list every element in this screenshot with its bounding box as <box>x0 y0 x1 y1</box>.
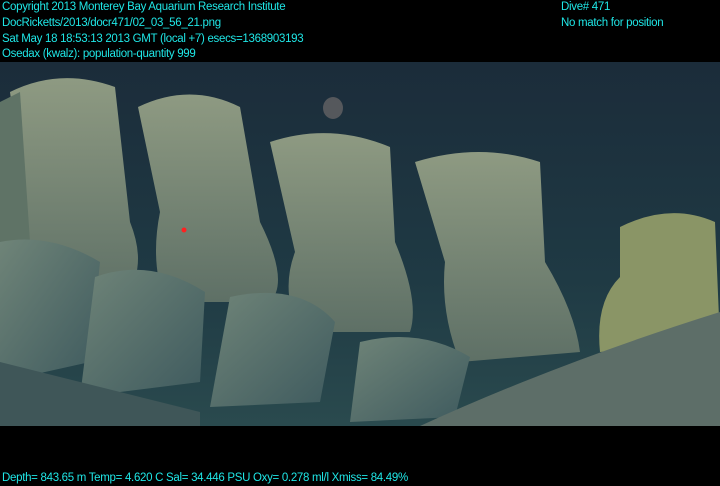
telemetry-text: Depth= 843.65 m Temp= 4.620 C Sal= 34.44… <box>2 472 408 484</box>
position-status: No match for position <box>561 17 664 29</box>
copyright-text: Copyright 2013 Monterey Bay Aquarium Res… <box>2 1 286 13</box>
annotation-text: Osedax (kwalz): population-quantity 999 <box>2 48 196 60</box>
file-path-text: DocRicketts/2013/docr471/02_03_56_21.png <box>2 17 221 29</box>
laser-dot <box>181 227 187 233</box>
seafloor-image <box>0 62 720 426</box>
timestamp-text: Sat May 18 18:53:13 2013 GMT (local +7) … <box>2 33 304 45</box>
dive-number: Dive# 471 <box>561 1 611 13</box>
video-frame: Copyright 2013 Monterey Bay Aquarium Res… <box>0 0 720 486</box>
